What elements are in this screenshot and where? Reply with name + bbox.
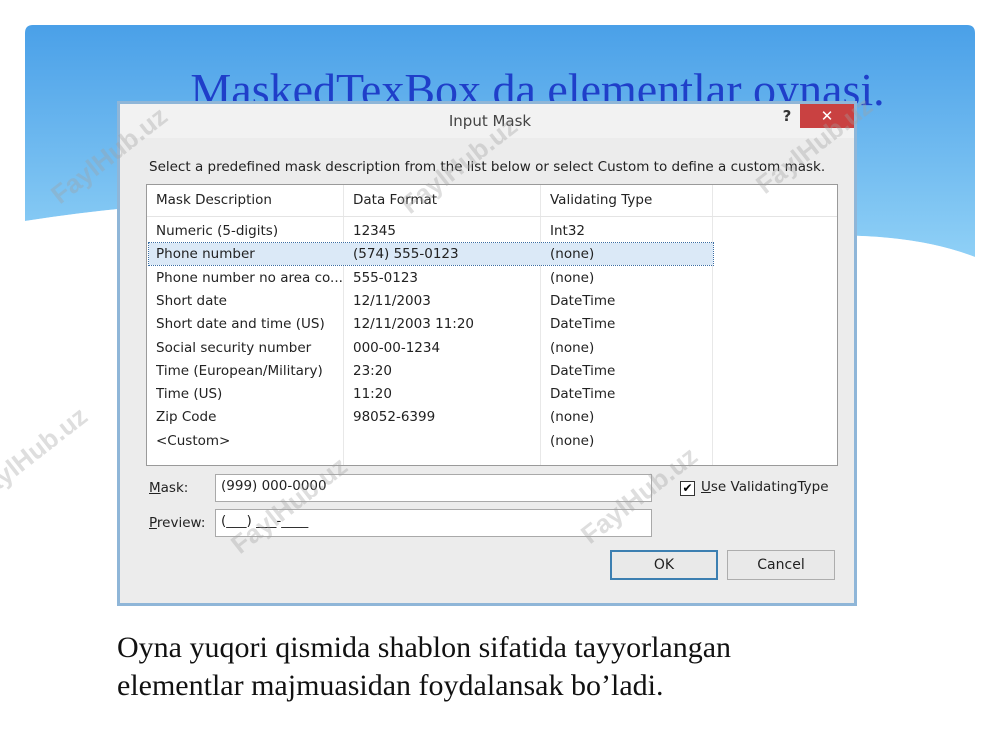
mask-description-cell: Short date and time (US) xyxy=(156,316,325,333)
ok-button[interactable]: OK xyxy=(610,550,718,580)
data-format-cell: 555-0123 xyxy=(353,269,418,286)
list-item[interactable]: Time (European/Military) 23:20 DateTime xyxy=(149,360,713,382)
caption-line: elementlar majmuasidan foydalansak bo’la… xyxy=(117,669,664,702)
list-item[interactable]: Phone number (574) 555-0123 (none) xyxy=(148,242,714,267)
watermark: FaylHub.uz xyxy=(0,400,93,510)
validating-type-cell: (none) xyxy=(550,432,595,449)
use-validating-type-label: Use ValidatingType xyxy=(701,479,829,495)
caption-line: Oyna yuqori qismida shablon sifatida tay… xyxy=(117,631,732,664)
data-format-cell: 23:20 xyxy=(353,362,392,379)
data-format-cell: 12/11/2003 xyxy=(353,292,431,309)
validating-type-cell: (none) xyxy=(550,409,595,426)
mask-label: Mask: xyxy=(149,480,189,496)
slide-caption: Oyna yuqori qismida shablon sifatida tay… xyxy=(117,629,957,705)
data-format-cell: (574) 555-0123 xyxy=(353,246,459,263)
column-header-data-format[interactable]: Data Format xyxy=(353,192,437,208)
list-item[interactable]: Time (US) 11:20 DateTime xyxy=(149,383,713,405)
validating-type-cell: DateTime xyxy=(550,316,616,333)
mask-description-cell: <Custom> xyxy=(156,432,231,449)
validating-type-cell: DateTime xyxy=(550,362,616,379)
close-icon[interactable]: ✕ xyxy=(800,104,854,128)
mask-description-cell: Numeric (5-digits) xyxy=(156,223,279,239)
mask-input[interactable]: (999) 000-0000 xyxy=(215,474,652,502)
mask-description-cell: Phone number no area co... xyxy=(156,269,343,286)
dialog-title: Input Mask xyxy=(448,112,532,130)
preview-field: (___) ___-____ xyxy=(215,509,652,537)
list-item[interactable]: Short date 12/11/2003 DateTime xyxy=(149,290,713,312)
preview-label: Preview: xyxy=(149,515,206,531)
list-header: Mask Description Data Format Validating … xyxy=(147,185,837,217)
list-item[interactable]: Phone number no area co... 555-0123 (none) xyxy=(149,267,713,289)
list-item[interactable]: Short date and time (US) 12/11/2003 11:20… xyxy=(149,313,713,335)
mask-description-cell: Zip Code xyxy=(156,409,217,426)
validating-type-cell: DateTime xyxy=(550,386,616,403)
data-format-cell: 000-00-1234 xyxy=(353,339,441,356)
list-item[interactable]: Social security number 000-00-1234 (none) xyxy=(149,337,713,359)
mask-description-cell: Phone number xyxy=(156,246,255,263)
instruction-text: Select a predefined mask description fro… xyxy=(149,159,826,175)
dialog-titlebar: Input Mask ? ✕ xyxy=(120,104,854,138)
mask-description-cell: Time (US) xyxy=(156,386,223,403)
validating-type-cell: (none) xyxy=(550,269,595,286)
help-icon[interactable]: ? xyxy=(775,107,799,127)
column-header-validating-type[interactable]: Validating Type xyxy=(550,192,652,208)
validating-type-cell: (none) xyxy=(550,246,595,263)
data-format-cell: 12345 xyxy=(353,223,396,239)
input-mask-dialog: Input Mask ? ✕ Select a predefined mask … xyxy=(117,101,857,606)
mask-description-cell: Short date xyxy=(156,292,227,309)
list-item[interactable]: Numeric (5-digits) 12345 Int32 xyxy=(149,220,713,242)
mask-list[interactable]: Mask Description Data Format Validating … xyxy=(146,184,838,466)
mask-description-cell: Time (European/Military) xyxy=(156,362,323,379)
data-format-cell: 12/11/2003 11:20 xyxy=(353,316,475,333)
mask-description-cell: Social security number xyxy=(156,339,312,356)
cancel-button[interactable]: Cancel xyxy=(727,550,835,580)
validating-type-cell: DateTime xyxy=(550,292,616,309)
list-item[interactable]: Zip Code 98052-6399 (none) xyxy=(149,406,713,428)
validating-type-cell: (none) xyxy=(550,339,595,356)
data-format-cell: 98052-6399 xyxy=(353,409,436,426)
column-header-mask-description[interactable]: Mask Description xyxy=(156,192,272,208)
validating-type-cell: Int32 xyxy=(550,223,586,239)
use-validating-type-checkbox[interactable]: ✔ xyxy=(680,481,695,496)
data-format-cell: 11:20 xyxy=(353,386,392,403)
list-item[interactable]: <Custom> (none) xyxy=(149,430,713,452)
